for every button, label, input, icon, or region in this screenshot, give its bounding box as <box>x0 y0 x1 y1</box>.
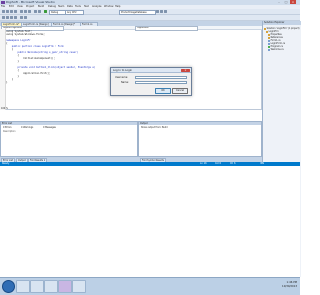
indent-icon[interactable] <box>10 16 13 19</box>
username-input[interactable] <box>135 76 187 79</box>
code-line: } <box>6 81 8 84</box>
properties-icon[interactable] <box>164 10 167 13</box>
output-panel: Output Show output from: Build <box>138 121 262 157</box>
zoom-level[interactable]: 100 % <box>1 107 8 110</box>
errors-filter[interactable]: 0 Errors <box>3 126 12 129</box>
clock-date: 10/30/2013 <box>282 285 297 288</box>
taskbar-clock[interactable]: 1:46 PM 10/30/2013 <box>282 281 297 289</box>
editor-navigation-bar: DigiSoft.LoginForm LoginForm() <box>0 26 262 31</box>
taskbar-app-icon[interactable] <box>72 280 86 293</box>
taskbar-browser-icon[interactable] <box>30 280 44 293</box>
close-button[interactable]: × <box>290 0 296 4</box>
solution-explorer-title: Solution Explorer <box>263 21 301 25</box>
column-header-description[interactable]: Description <box>3 130 15 133</box>
solution-explorer-icon[interactable] <box>160 10 163 13</box>
uncomment-icon[interactable] <box>6 16 9 19</box>
desktop-area <box>0 166 300 277</box>
redo-icon[interactable] <box>38 10 41 13</box>
taskbar-explorer-icon[interactable] <box>16 280 30 293</box>
start-button-icon[interactable] <box>2 280 15 293</box>
outdent-icon[interactable] <box>14 16 17 19</box>
comment-icon[interactable] <box>2 16 5 19</box>
name-input[interactable] <box>135 81 187 84</box>
error-list-panel: Error List 0 Errors 0 Warnings 0 Message… <box>0 121 138 157</box>
new-project-icon[interactable] <box>2 10 5 13</box>
undo-icon[interactable] <box>34 10 37 13</box>
code-line: public partial class LoginFrm : Form <box>6 45 64 48</box>
dialog-title: Log In to Login <box>111 68 191 73</box>
output-title: Output <box>139 122 261 125</box>
taskbar-media-icon[interactable] <box>44 280 58 293</box>
find-in-files-icon[interactable] <box>156 10 159 13</box>
save-all-icon[interactable] <box>14 10 17 13</box>
cut-icon[interactable] <box>20 10 23 13</box>
tree-item-welcome[interactable]: Welcome.cs <box>268 48 284 51</box>
warnings-filter[interactable]: 0 Warnings <box>21 126 33 129</box>
member-dropdown[interactable]: LoginForm() <box>135 26 198 31</box>
username-label: Username: <box>115 76 128 79</box>
next-bookmark-icon[interactable] <box>24 16 27 19</box>
open-file-icon[interactable] <box>6 10 9 13</box>
maximize-button[interactable]: □ <box>283 0 289 4</box>
taskbar-visual-studio-icon[interactable] <box>58 280 72 293</box>
ok-button[interactable]: OK <box>155 88 171 94</box>
paste-icon[interactable] <box>28 10 31 13</box>
login-dialog: Log In to Login × Username: Name: OK Can… <box>110 67 192 96</box>
minimize-button[interactable]: – <box>276 0 282 4</box>
code-line: namespace LoginFr <box>6 39 31 42</box>
dialog-close-button[interactable]: × <box>181 68 190 73</box>
output-source[interactable]: Show output from: Build <box>141 126 168 129</box>
start-debugging-icon[interactable] <box>44 10 47 13</box>
code-line: private void button1_Click(object sender… <box>6 66 96 69</box>
copy-icon[interactable] <box>24 10 27 13</box>
code-line: } <box>6 60 19 63</box>
error-list-title: Error List <box>1 122 137 125</box>
code-line: using System.Windows.Forms; <box>6 33 45 36</box>
bookmark-icon[interactable] <box>20 16 23 19</box>
save-icon[interactable] <box>10 10 13 13</box>
name-label: Name: <box>121 81 129 84</box>
visual-studio-icon <box>1 1 5 4</box>
cancel-button[interactable]: Cancel <box>172 88 188 94</box>
messages-filter[interactable]: 0 Messages <box>43 126 56 129</box>
